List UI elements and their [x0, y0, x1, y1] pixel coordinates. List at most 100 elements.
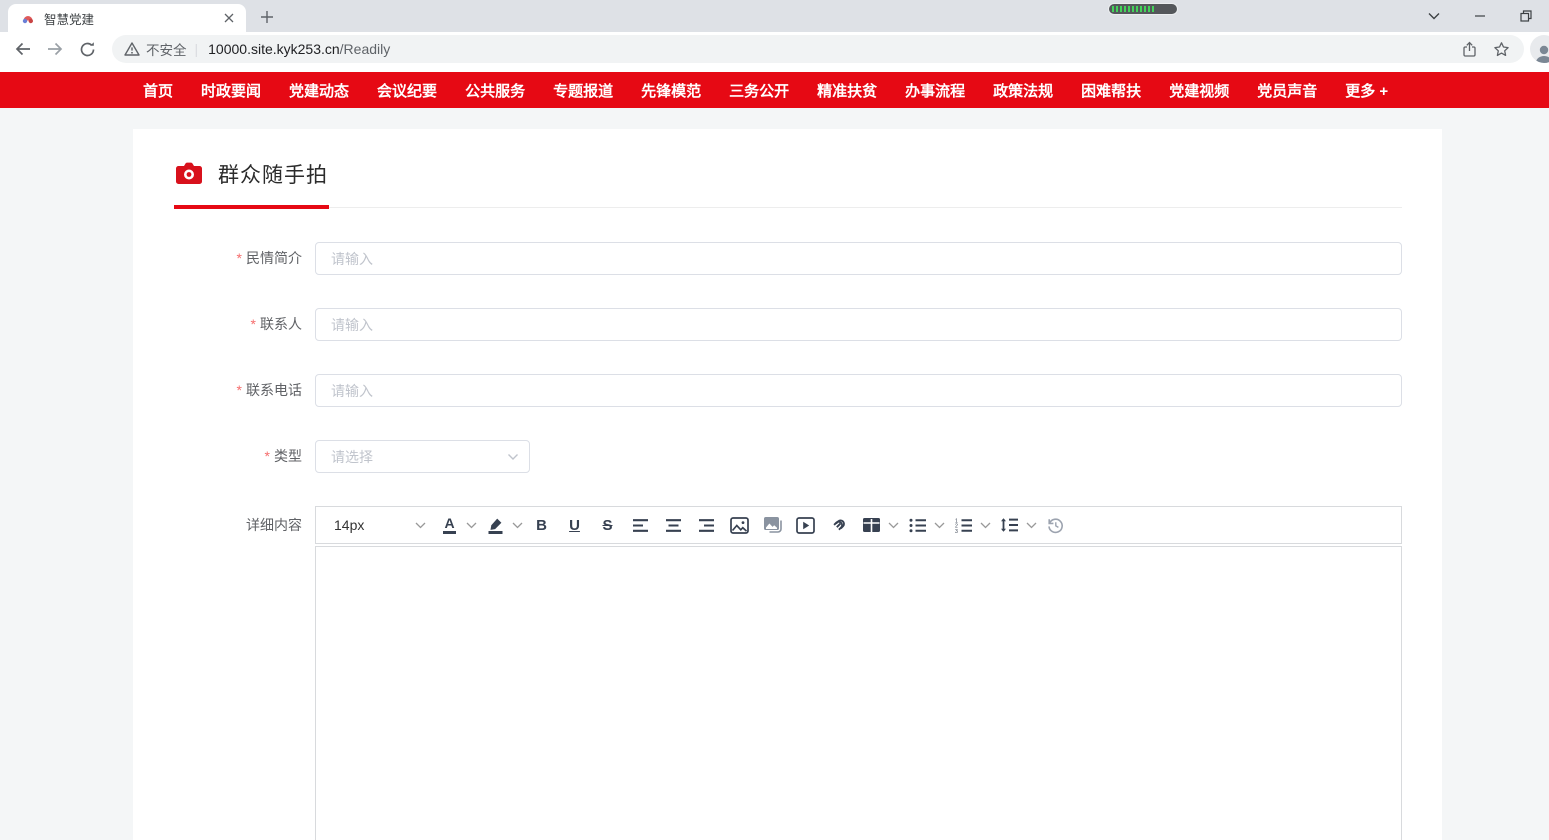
browser-tab-strip: 智慧党建 [0, 0, 1549, 32]
align-right-button[interactable] [693, 511, 720, 539]
field-label-summary: *民情简介 [174, 242, 315, 275]
ordered-list-button[interactable]: 1 2 3 [950, 511, 977, 539]
form-row: 详细内容 14px A [174, 506, 1402, 840]
snapshot-form: *民情简介 *联系人 *联系电话 *类型 请选择 [174, 242, 1402, 840]
bookmark-star-icon[interactable] [1488, 36, 1514, 62]
chevron-down-icon[interactable] [464, 522, 478, 529]
highlight-color-button[interactable] [482, 511, 509, 539]
strikethrough-button[interactable]: S [594, 511, 621, 539]
table-icon [862, 517, 881, 533]
align-center-button[interactable] [660, 511, 687, 539]
field-label-type: *类型 [174, 440, 315, 473]
chevron-down-icon [415, 522, 426, 529]
underline-button[interactable]: U [561, 511, 588, 539]
nav-item-difficulty-help[interactable]: 困难帮扶 [1081, 80, 1141, 101]
line-height-button[interactable] [996, 511, 1023, 539]
align-left-button[interactable] [627, 511, 654, 539]
editor-content-area[interactable] [315, 546, 1402, 840]
reload-button[interactable] [72, 34, 102, 64]
summary-input[interactable] [315, 242, 1402, 275]
profile-avatar[interactable] [1530, 35, 1549, 63]
window-controls [1411, 0, 1549, 32]
browser-tab[interactable]: 智慧党建 [8, 4, 246, 32]
select-placeholder: 请选择 [331, 447, 373, 467]
nav-item-poverty-alleviation[interactable]: 精准扶贫 [817, 80, 877, 101]
tab-search-chevron-icon[interactable] [1411, 0, 1457, 32]
browser-window: 智慧党建 [0, 0, 1549, 840]
bold-button[interactable]: B [528, 511, 555, 539]
required-marker: * [265, 448, 270, 464]
omnibox-separator: | [195, 41, 199, 57]
chevron-down-icon[interactable] [932, 522, 946, 529]
nav-item-three-affairs[interactable]: 三务公开 [729, 80, 789, 101]
form-row: *联系人 [174, 308, 1402, 341]
nav-item-party-video[interactable]: 党建视频 [1169, 80, 1229, 101]
font-size-value: 14px [334, 517, 364, 533]
nav-item-party-news[interactable]: 党建动态 [289, 80, 349, 101]
field-label-phone: *联系电话 [174, 374, 315, 407]
align-center-icon [665, 518, 682, 533]
nav-item-pioneer-model[interactable]: 先锋模范 [641, 80, 701, 101]
tab-close-icon[interactable] [220, 9, 238, 27]
page-background: 群众随手拍 *民情简介 *联系人 *联系电话 *类型 [0, 108, 1549, 840]
editor-toolbar: 14px A [315, 506, 1402, 544]
bullet-list-button[interactable] [904, 511, 931, 539]
panel-header: 群众随手拍 [174, 159, 1402, 208]
minimize-button[interactable] [1457, 0, 1503, 32]
bullet-list-icon [909, 518, 927, 533]
favicon [20, 10, 36, 26]
font-color-button[interactable]: A [436, 511, 463, 539]
insert-video-button[interactable] [792, 511, 819, 539]
contact-input[interactable] [315, 308, 1402, 341]
phone-input[interactable] [315, 374, 1402, 407]
ordered-list-icon: 1 2 3 [955, 518, 973, 533]
chevron-down-icon[interactable] [510, 522, 524, 529]
insert-table-button[interactable] [858, 511, 885, 539]
line-height-icon [1000, 517, 1019, 533]
history-undo-button[interactable] [1042, 511, 1069, 539]
nav-item-member-voice[interactable]: 党员声音 [1257, 80, 1317, 101]
insert-image-button[interactable] [726, 511, 753, 539]
insert-link-button[interactable] [825, 511, 852, 539]
nav-item-more[interactable]: 更多 + [1345, 80, 1388, 101]
form-row: *联系电话 [174, 374, 1402, 407]
nav-item-meeting-minutes[interactable]: 会议纪要 [377, 80, 437, 101]
rich-text-editor: 14px A [315, 506, 1402, 840]
address-bar[interactable]: 不安全 | 10000.site.kyk253.cn /Readily [112, 35, 1524, 63]
chevron-down-icon[interactable] [886, 522, 900, 529]
history-undo-icon [1046, 516, 1065, 535]
required-marker: * [251, 316, 256, 332]
share-icon[interactable] [1456, 36, 1482, 62]
new-tab-button[interactable] [254, 5, 280, 29]
chevron-down-icon [507, 453, 519, 461]
page-title: 群众随手拍 [218, 159, 328, 189]
type-select[interactable]: 请选择 [315, 440, 530, 473]
title-underline [174, 205, 329, 209]
image-gallery-button[interactable] [759, 511, 786, 539]
url-path: /Readily [340, 41, 391, 57]
nav-item-public-service[interactable]: 公共服务 [465, 80, 525, 101]
url-host: 10000.site.kyk253.cn [208, 41, 340, 57]
nav-item-home[interactable]: 首页 [143, 80, 173, 101]
required-marker: * [237, 250, 242, 266]
nav-item-work-process[interactable]: 办事流程 [905, 80, 965, 101]
camera-icon [174, 161, 204, 187]
forward-button[interactable] [40, 34, 70, 64]
security-warning-icon[interactable] [124, 42, 140, 56]
field-label-contact: *联系人 [174, 308, 315, 341]
battery-indicator [1108, 3, 1178, 15]
content-panel: 群众随手拍 *民情简介 *联系人 *联系电话 *类型 [133, 129, 1442, 840]
link-icon [829, 516, 848, 535]
form-row: *民情简介 [174, 242, 1402, 275]
tab-title: 智慧党建 [44, 9, 220, 28]
back-button[interactable] [8, 34, 38, 64]
chevron-down-icon[interactable] [978, 522, 992, 529]
restore-button[interactable] [1503, 0, 1549, 32]
image-gallery-icon [763, 516, 783, 534]
nav-item-policy[interactable]: 政策法规 [993, 80, 1053, 101]
main-navigation: 首页 时政要闻 党建动态 会议纪要 公共服务 专题报道 先锋模范 三务公开 精准… [0, 72, 1549, 108]
nav-item-current-affairs[interactable]: 时政要闻 [201, 80, 261, 101]
nav-item-special-report[interactable]: 专题报道 [553, 80, 613, 101]
font-size-select[interactable]: 14px [326, 511, 430, 539]
chevron-down-icon[interactable] [1024, 522, 1038, 529]
